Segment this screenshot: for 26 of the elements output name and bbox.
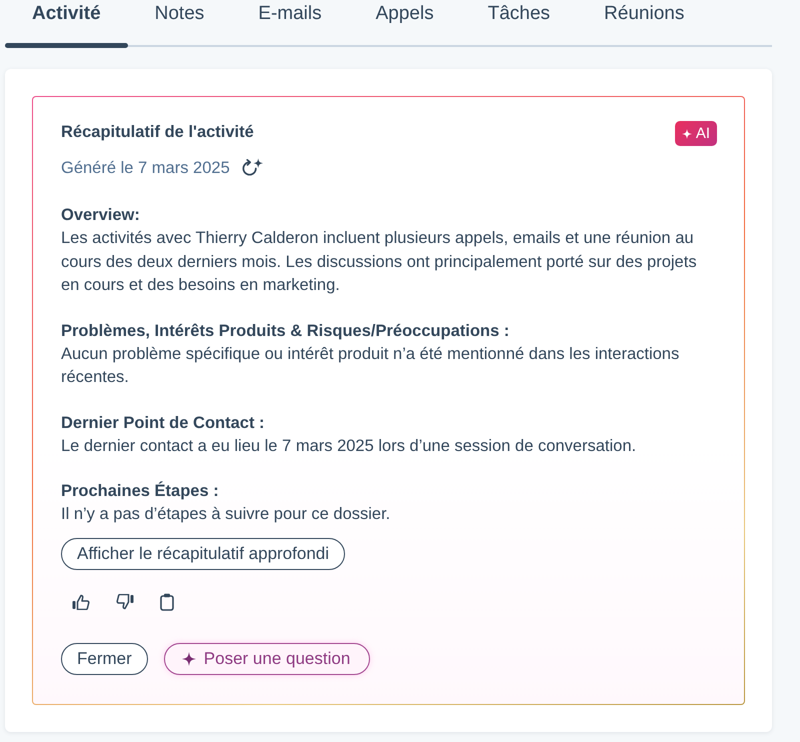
tab[interactable]: Activité (5, 0, 128, 48)
refresh-sparkle-icon[interactable] (240, 158, 263, 178)
tab[interactable]: E-mails (231, 0, 349, 48)
tab[interactable]: Appels (348, 0, 461, 48)
thumbs-down-icon[interactable] (116, 594, 134, 610)
generated-date: Généré le 7 mars 2025 (61, 158, 230, 179)
ai-label: AI (696, 124, 710, 144)
clipboard-icon[interactable] (160, 592, 174, 610)
section-heading: Dernier Point de Contact : (61, 412, 266, 434)
close-button[interactable]: Fermer (61, 642, 148, 674)
section-heading: Prochaines Étapes : (61, 480, 220, 502)
tab[interactable]: Notes (128, 0, 232, 48)
tab[interactable]: Tâches (460, 0, 578, 48)
section-text: Le dernier contact a eu lieu le 7 mars 2025 lors d’une session de conversation. (61, 436, 638, 456)
deep-summary-button[interactable]: Afficher le récapitulatif approfondi (61, 538, 346, 570)
thumbs-up-icon[interactable] (72, 594, 90, 610)
section-text: Il n’y a pas d’étapes à suivre pour ce dossier. (61, 504, 392, 525)
ask-question-button[interactable]: Poser une question (164, 642, 370, 674)
section-heading: Overview: (61, 205, 141, 226)
section-heading: Problèmes, Intérêts Produits & Risques/Préoccupations : (61, 320, 510, 342)
tab[interactable]: Réunions (577, 0, 712, 48)
section-text: Aucun problème spécifique ou intérêt produit n’a été mentionné dans les interactions récentes. (61, 344, 680, 388)
sparkle-icon (682, 128, 692, 138)
summary-title: Récapitulatif de l'activité (61, 122, 254, 143)
section-text: Les activités avec Thierry Calderon incluent plusieurs appels, emails et une réunion au cours des deux derniers mois. Les discussions ont principalement porté sur des projets en cours et des besoins en marketing. (61, 228, 698, 296)
sparkle-icon (182, 652, 196, 666)
